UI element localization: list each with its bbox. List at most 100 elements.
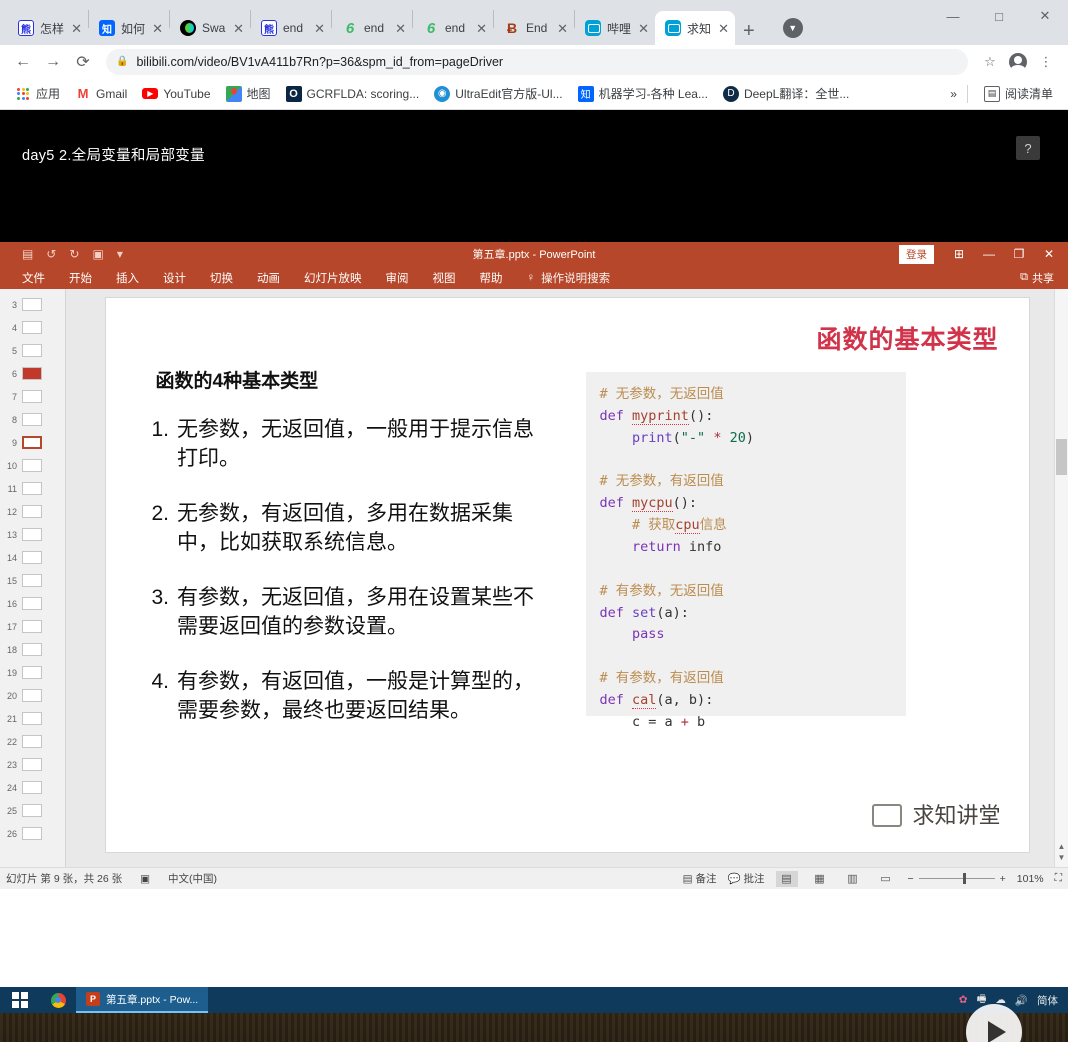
language-label[interactable]: 中文(中国) (168, 871, 217, 886)
slide-vertical-scrollbar[interactable]: ▲▼ (1054, 289, 1068, 867)
volume-icon[interactable]: 🔊 (1015, 994, 1028, 1007)
thumbnail-item[interactable]: 10 (0, 454, 65, 477)
bookmark-gmail[interactable]: M Gmail (69, 83, 133, 105)
tab-close-icon[interactable]: ✕ (638, 22, 649, 35)
ribbon-tab-file[interactable]: 文件 (22, 270, 45, 286)
tab-close-icon[interactable]: ✕ (71, 22, 82, 35)
minimize-button[interactable]: — (930, 0, 976, 32)
flower-icon[interactable]: ✿ (959, 994, 968, 1006)
reading-view-icon[interactable]: ▥ (842, 871, 864, 887)
fit-slide-icon[interactable]: ⛶ (1055, 872, 1062, 885)
thumbnail-item[interactable]: 21 (0, 707, 65, 730)
ribbon-tab-animations[interactable]: 动画 (257, 270, 280, 286)
zoom-track[interactable] (919, 878, 995, 879)
ime-indicator[interactable]: 简体 (1037, 993, 1058, 1008)
thumbnail-item[interactable]: 22 (0, 730, 65, 753)
zoom-out-button[interactable]: − (908, 873, 914, 885)
restore-button[interactable]: ❐ (1004, 247, 1034, 261)
bookmarks-overflow-icon[interactable]: » (950, 87, 957, 101)
browser-tab-9-active[interactable]: 求知 ✕ (655, 11, 735, 45)
browser-tab-5[interactable]: 6 end ✕ (332, 11, 412, 45)
sign-in-button[interactable]: 登录 (899, 245, 934, 264)
thumbnail-item[interactable]: 24 (0, 776, 65, 799)
close-button[interactable]: ✕ (1034, 247, 1064, 261)
ribbon-tab-design[interactable]: 设计 (163, 270, 186, 286)
maximize-button[interactable]: □ (976, 0, 1022, 32)
tab-close-icon[interactable]: ✕ (718, 22, 729, 35)
thumbnail-item[interactable]: 7 (0, 385, 65, 408)
tell-me-box[interactable]: ♀ 操作说明搜索 (527, 270, 611, 286)
zoom-slider[interactable]: − + (908, 873, 1006, 885)
zoom-level-label[interactable]: 101% (1017, 873, 1044, 885)
thumbnail-item[interactable]: 3 (0, 293, 65, 316)
back-icon[interactable]: ← (10, 49, 36, 75)
tab-close-icon[interactable]: ✕ (314, 22, 325, 35)
ribbon-tab-insert[interactable]: 插入 (116, 270, 139, 286)
thumbnail-item[interactable]: 16 (0, 592, 65, 615)
bookmark-gcrflda[interactable]: O GCRFLDA: scoring... (280, 83, 426, 105)
bookmark-apps[interactable]: 应用 (9, 82, 66, 105)
tab-close-icon[interactable]: ✕ (233, 22, 244, 35)
scrollbar-thumb[interactable] (1056, 439, 1067, 475)
scroll-arrows[interactable]: ▲▼ (1056, 841, 1067, 863)
close-button[interactable]: ✕ (1022, 0, 1068, 32)
thumbnail-item[interactable]: 18 (0, 638, 65, 661)
thumbnail-item[interactable]: 4 (0, 316, 65, 339)
new-tab-button[interactable]: + (743, 21, 755, 41)
forward-icon[interactable]: → (40, 49, 66, 75)
video-player[interactable]: day5 2.全局变量和局部变量 ? ▤ ↺ ↻ ▣ ▾ 第五章.pptx - … (0, 110, 1068, 1042)
reading-list-button[interactable]: ▤ 阅读清单 (978, 82, 1059, 105)
thumbnail-item[interactable]: 8 (0, 408, 65, 431)
ribbon-tab-transitions[interactable]: 切换 (210, 270, 233, 286)
thumbnail-item[interactable]: 14 (0, 546, 65, 569)
thumbnail-item-selected[interactable]: 9 (0, 431, 65, 454)
zoom-knob[interactable] (963, 873, 966, 884)
bookmark-star-icon[interactable]: ☆ (978, 50, 1002, 74)
thumbnail-item[interactable]: 19 (0, 661, 65, 684)
tab-close-icon[interactable]: ✕ (152, 22, 163, 35)
thumbnail-item[interactable]: 20 (0, 684, 65, 707)
help-icon[interactable]: ? (1016, 136, 1040, 160)
slideshow-icon[interactable]: ▭ (875, 871, 897, 887)
thumbnail-item[interactable]: 6 (0, 362, 65, 385)
ribbon-tab-view[interactable]: 视图 (433, 270, 456, 286)
windows-start-icon[interactable] (0, 992, 40, 1008)
accessibility-icon[interactable]: ▣ (140, 873, 150, 885)
normal-view-icon[interactable]: ▤ (776, 871, 798, 887)
bookmark-deepl[interactable]: D DeepL翻译：全世... (717, 82, 855, 105)
thumbnail-item[interactable]: 23 (0, 753, 65, 776)
bookmark-maps[interactable]: 地图 (220, 82, 277, 105)
minimize-button[interactable]: — (974, 247, 1004, 261)
comments-button[interactable]: 💬 批注 (728, 871, 765, 886)
thumbnail-item[interactable]: 26 (0, 822, 65, 845)
browser-menu-icon[interactable]: ⋮ (1034, 50, 1058, 74)
taskbar-chrome-icon[interactable] (40, 993, 76, 1008)
slide-canvas[interactable]: 函数的基本类型 函数的4种基本类型 1. 无参数，无返回值，一般用于提示信息打印… (105, 297, 1030, 853)
chevron-down-icon[interactable]: ▼ (783, 18, 803, 38)
thumbnail-item[interactable]: 15 (0, 569, 65, 592)
tab-close-icon[interactable]: ✕ (557, 22, 568, 35)
bookmark-youtube[interactable]: ▶ YouTube (136, 84, 216, 104)
share-button[interactable]: ⧉ 共享 (1020, 270, 1054, 286)
browser-tab-3[interactable]: Swa ✕ (170, 11, 250, 45)
tab-close-icon[interactable]: ✕ (476, 22, 487, 35)
browser-tab-1[interactable]: 熊 怎样 ✕ (8, 11, 88, 45)
browser-tab-4[interactable]: 熊 end ✕ (251, 11, 331, 45)
thumbnail-item[interactable]: 13 (0, 523, 65, 546)
profile-avatar[interactable] (1006, 50, 1030, 74)
address-bar[interactable]: 🔒 bilibili.com/video/BV1vA411b7Rn?p=36&s… (106, 49, 968, 75)
taskbar-powerpoint-item[interactable]: P 第五章.pptx - Pow... (76, 987, 208, 1013)
thumbnail-item[interactable]: 12 (0, 500, 65, 523)
ribbon-tab-home[interactable]: 开始 (69, 270, 92, 286)
ribbon-tab-help[interactable]: 帮助 (480, 270, 503, 286)
notes-button[interactable]: ▤ 备注 (683, 871, 717, 886)
browser-tab-6[interactable]: 6 end ✕ (413, 11, 493, 45)
browser-tab-8[interactable]: 哔哩 ✕ (575, 11, 655, 45)
slide-thumbnail-pane[interactable]: 3 4 5 6 7 8 9 10 11 12 13 14 15 16 17 18 (0, 289, 66, 867)
bookmark-ultraedit[interactable]: ◉ UltraEdit官方版-Ul... (428, 82, 568, 105)
slide-editing-area[interactable]: 函数的基本类型 函数的4种基本类型 1. 无参数，无返回值，一般用于提示信息打印… (66, 289, 1068, 867)
thumbnail-item[interactable]: 17 (0, 615, 65, 638)
browser-tab-7[interactable]: Ƀ End ✕ (494, 11, 574, 45)
browser-tab-2[interactable]: 知 如何 ✕ (89, 11, 169, 45)
thumbnail-item[interactable]: 25 (0, 799, 65, 822)
